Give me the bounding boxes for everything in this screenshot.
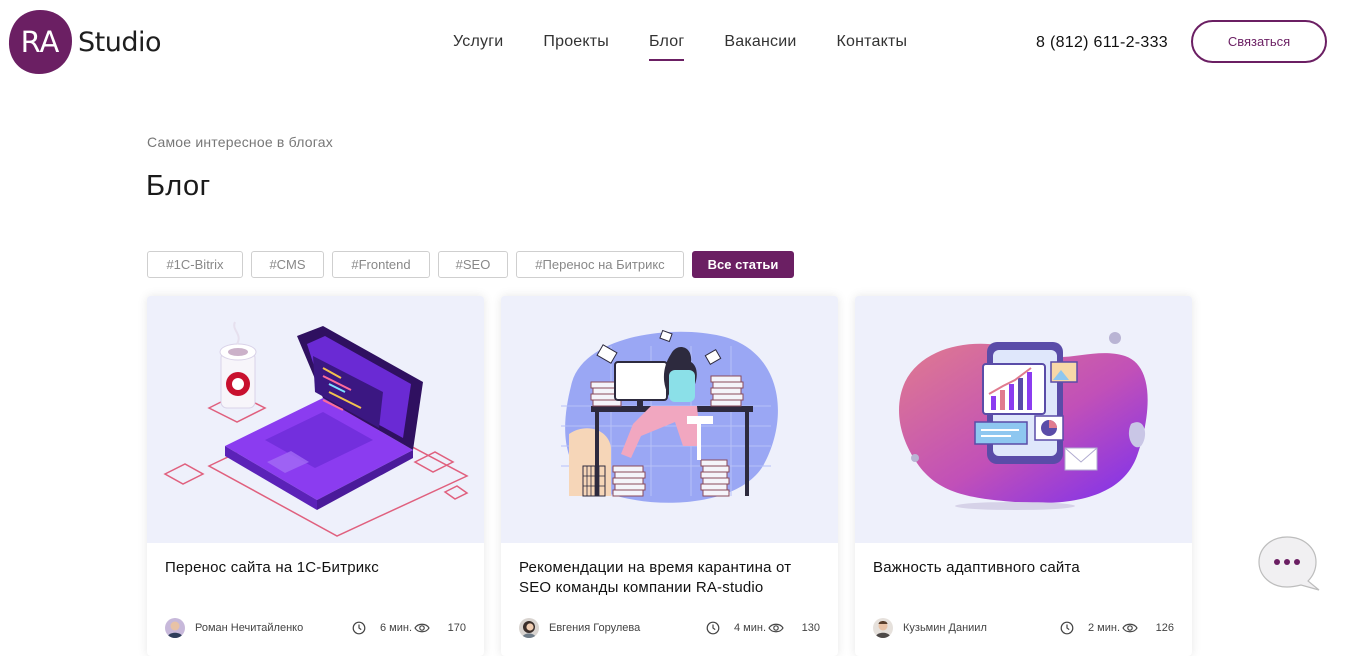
card-meta: Роман Нечитайленко 6 мин. 170 <box>165 618 466 638</box>
page-subtitle: Самое интересное в блогах <box>147 134 333 150</box>
read-time: 6 мин. <box>379 622 412 634</box>
read-time: 4 мин. <box>733 622 766 634</box>
phone-chart-illustration <box>855 296 1192 543</box>
author-avatar <box>519 618 539 638</box>
main-nav: Услуги Проекты Блог Вакансии Контакты <box>453 33 947 61</box>
card-meta: Евгения Горулева 4 мин. 130 <box>519 618 820 638</box>
author-avatar <box>165 618 185 638</box>
page-title: Блог <box>146 170 211 202</box>
clock-icon <box>352 621 366 635</box>
clock-icon <box>1060 621 1074 635</box>
blog-card[interactable]: Рекомендации на время карантина от SEO к… <box>501 296 838 656</box>
author-name: Кузьмин Даниил <box>903 622 987 634</box>
card-title[interactable]: Важность адаптивного сайта <box>873 558 1178 578</box>
desk-illustration <box>501 296 838 543</box>
laptop-illustration <box>147 296 484 543</box>
tag-1c-bitrix[interactable]: #1C-Bitrix <box>147 251 243 278</box>
eye-icon <box>1122 623 1138 633</box>
author-name: Роман Нечитайленко <box>195 622 304 634</box>
nav-vacancies[interactable]: Вакансии <box>724 33 796 59</box>
tag-migration[interactable]: #Перенос на Битрикс <box>516 251 684 278</box>
view-count: 130 <box>801 622 820 634</box>
logo[interactable]: RA Studio <box>6 8 162 76</box>
nav-contacts[interactable]: Контакты <box>837 33 908 59</box>
nav-blog[interactable]: Блог <box>649 33 685 61</box>
read-time: 2 мин. <box>1087 622 1120 634</box>
tag-seo[interactable]: #SEO <box>438 251 508 278</box>
blog-card[interactable]: Важность адаптивного сайта Кузьмин Дании… <box>855 296 1192 656</box>
logo-mark-icon: RA <box>8 10 72 74</box>
eye-icon <box>414 623 430 633</box>
svg-text:RA: RA <box>21 25 60 59</box>
blog-card[interactable]: Перенос сайта на 1С-Битрикс Роман Нечита… <box>147 296 484 656</box>
phone-link[interactable]: 8 (812) 611-2-333 <box>1036 34 1168 52</box>
logo-text: Studio <box>78 26 162 58</box>
view-count: 126 <box>1155 622 1174 634</box>
tag-frontend[interactable]: #Frontend <box>332 251 430 278</box>
tag-filter: #1C-Bitrix #CMS #Frontend #SEO #Перенос … <box>147 251 802 278</box>
view-count: 170 <box>447 622 466 634</box>
author-name: Евгения Горулева <box>549 622 641 634</box>
chat-icon[interactable] <box>1257 535 1321 591</box>
nav-services[interactable]: Услуги <box>453 33 503 59</box>
contact-button[interactable]: Связаться <box>1191 20 1327 63</box>
card-title[interactable]: Перенос сайта на 1С-Битрикс <box>165 558 470 578</box>
tag-all-articles[interactable]: Все статьи <box>692 251 794 278</box>
nav-projects[interactable]: Проекты <box>543 33 609 59</box>
clock-icon <box>706 621 720 635</box>
tag-cms[interactable]: #CMS <box>251 251 324 278</box>
card-meta: Кузьмин Даниил 2 мин. 126 <box>873 618 1174 638</box>
author-avatar <box>873 618 893 638</box>
eye-icon <box>768 623 784 633</box>
card-title[interactable]: Рекомендации на время карантина от SEO к… <box>519 558 824 598</box>
